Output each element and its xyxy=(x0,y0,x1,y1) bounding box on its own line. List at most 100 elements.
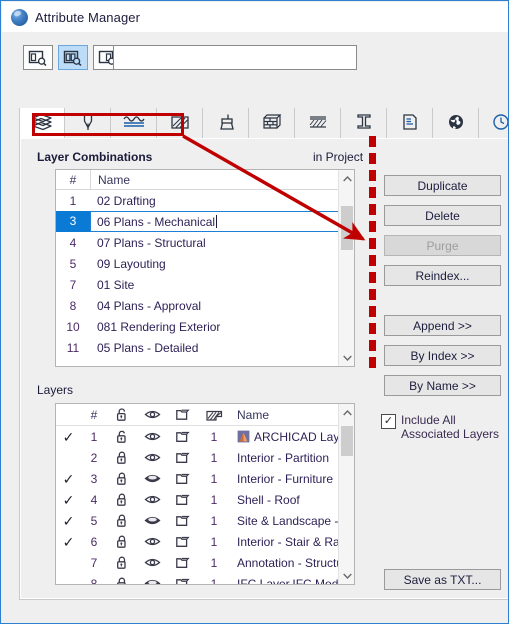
purge-button: Purge xyxy=(384,235,501,256)
layer-row[interactable]: 8 1 IFC Layer.IFC Model xyxy=(56,573,354,585)
panel-inner: Layer Combinations in Project # Name 1 02… xyxy=(21,139,508,598)
layer-intersection-group[interactable]: 1 xyxy=(197,489,231,510)
append-button[interactable]: Append >> xyxy=(384,315,501,336)
combinations-scroll-down-arrow[interactable] xyxy=(339,349,354,366)
solid-wireframe-icon[interactable] xyxy=(167,510,197,531)
tab-surfaces[interactable] xyxy=(203,108,249,138)
layer-intersection-group[interactable]: 1 xyxy=(197,447,231,468)
layer-row-name: Interior - Partition xyxy=(237,450,330,465)
layer-intersection-group[interactable]: 1 xyxy=(197,468,231,489)
layer-intersection-group[interactable]: 1 xyxy=(197,510,231,531)
solid-wireframe-icon[interactable] xyxy=(167,489,197,510)
lock-icon[interactable] xyxy=(107,531,137,552)
combinations-scrollbar[interactable] xyxy=(338,170,354,366)
eye-closed-icon[interactable] xyxy=(137,510,167,531)
layers-scroll-down-arrow[interactable] xyxy=(339,567,354,584)
lock-icon[interactable] xyxy=(107,447,137,468)
layer-row-checkbox[interactable] xyxy=(56,552,81,573)
layer-row[interactable]: 2 1 Interior - Partition xyxy=(56,447,354,468)
layers-scroll-thumb[interactable] xyxy=(341,426,353,456)
combination-row[interactable]: 5 09 Layouting xyxy=(56,253,354,274)
include-all-associated-layers-row[interactable]: ✓ Include All Associated Layers xyxy=(381,413,508,441)
combination-row[interactable]: 10 081 Rendering Exterior xyxy=(56,316,354,337)
layers-list[interactable]: # Name ✓ 1 1 ARCHICAD Layer 2 1 Interior… xyxy=(55,403,355,585)
layer-row-name-cell: ARCHICAD Layer xyxy=(231,426,354,447)
combination-row[interactable]: 11 05 Plans - Detailed xyxy=(56,337,354,358)
layer-row-checkbox[interactable]: ✓ xyxy=(56,468,81,489)
intersection-hatch-icon xyxy=(197,404,231,425)
text-caret xyxy=(216,215,218,228)
layer-row[interactable]: ✓ 1 1 ARCHICAD Layer xyxy=(56,426,354,447)
tab-fill-types[interactable] xyxy=(157,108,203,138)
by-name-button[interactable]: By Name >> xyxy=(384,375,501,396)
tab-building-materials[interactable] xyxy=(249,108,295,138)
layer-row-checkbox[interactable]: ✓ xyxy=(56,531,81,552)
layer-intersection-group[interactable]: 1 xyxy=(197,426,231,447)
layer-row-checkbox[interactable]: ✓ xyxy=(56,510,81,531)
eye-closed-icon[interactable] xyxy=(137,468,167,489)
combination-row-name: 01 Site xyxy=(97,277,135,292)
layer-row[interactable]: 7 1 Annotation - Structure xyxy=(56,552,354,573)
lock-icon[interactable] xyxy=(107,489,137,510)
combination-row[interactable]: 8 04 Plans - Approval xyxy=(56,295,354,316)
layer-intersection-group[interactable]: 1 xyxy=(197,573,231,585)
layer-row-checkbox[interactable]: ✓ xyxy=(56,489,81,510)
tab-cities[interactable] xyxy=(433,108,479,138)
solid-wireframe-icon[interactable] xyxy=(167,447,197,468)
combination-row[interactable]: 7 01 Site xyxy=(56,274,354,295)
tab-pens[interactable] xyxy=(65,108,111,138)
view-single-pane-button[interactable] xyxy=(23,45,53,70)
combinations-scroll-up-arrow[interactable] xyxy=(339,170,354,187)
combination-row-name: 02 Drafting xyxy=(97,193,156,208)
layer-combinations-list[interactable]: # Name 1 02 Drafting 3 06 Plans - Mechanica… xyxy=(55,169,355,367)
layers-scroll-up-arrow[interactable] xyxy=(339,404,354,421)
combination-row[interactable]: 1 02 Drafting xyxy=(56,190,354,211)
solid-wireframe-icon[interactable] xyxy=(167,573,197,584)
lock-icon[interactable] xyxy=(107,573,137,584)
include-all-checkbox[interactable]: ✓ xyxy=(381,414,396,429)
combination-name-input-value: 06 Plans - Mechanical xyxy=(97,214,216,229)
save-as-txt-button[interactable]: Save as TXT... xyxy=(384,569,501,590)
eye-icon[interactable] xyxy=(137,552,167,573)
layer-intersection-group[interactable]: 1 xyxy=(197,552,231,573)
solid-wireframe-icon[interactable] xyxy=(167,531,197,552)
reindex-button[interactable]: Reindex... xyxy=(384,265,501,286)
tab-composites[interactable] xyxy=(295,108,341,138)
tab-layers[interactable] xyxy=(19,108,65,139)
unlock-icon[interactable] xyxy=(107,426,137,447)
eye-icon[interactable] xyxy=(137,489,167,510)
tab-line-types[interactable] xyxy=(111,108,157,138)
layer-row-checkbox[interactable] xyxy=(56,447,81,468)
duplicate-button[interactable]: Duplicate xyxy=(384,175,501,196)
combination-name-input[interactable]: 06 Plans - Mechanical xyxy=(90,211,353,232)
eye-icon[interactable] xyxy=(137,426,167,447)
tab-zone-categories[interactable] xyxy=(387,108,433,138)
eye-closed-icon[interactable] xyxy=(137,573,167,584)
tab-profiles[interactable] xyxy=(341,108,387,138)
solid-wireframe-icon[interactable] xyxy=(167,552,197,573)
layer-row[interactable]: ✓ 4 1 Shell - Roof xyxy=(56,489,354,510)
eye-icon[interactable] xyxy=(137,447,167,468)
view-dual-pane-button[interactable] xyxy=(58,45,88,70)
layer-row-checkbox[interactable] xyxy=(56,573,81,584)
eye-icon[interactable] xyxy=(137,531,167,552)
solid-wireframe-icon[interactable] xyxy=(167,468,197,489)
delete-button[interactable]: Delete xyxy=(384,205,501,226)
layer-row-checkbox[interactable]: ✓ xyxy=(56,426,81,447)
combination-row[interactable]: 4 07 Plans - Structural xyxy=(56,232,354,253)
combinations-scroll-thumb[interactable] xyxy=(341,206,353,250)
search-input[interactable] xyxy=(114,46,356,69)
lock-icon[interactable] xyxy=(107,468,137,489)
layer-row[interactable]: ✓ 6 1 Interior - Stair & Railing xyxy=(56,531,354,552)
tab-more[interactable] xyxy=(479,108,508,138)
by-index-button[interactable]: By Index >> xyxy=(384,345,501,366)
layer-intersection-group[interactable]: 1 xyxy=(197,531,231,552)
lock-icon[interactable] xyxy=(107,510,137,531)
search-field-wrapper[interactable] xyxy=(113,45,357,70)
layer-row[interactable]: ✓ 3 1 Interior - Furniture xyxy=(56,468,354,489)
solid-wireframe-icon[interactable] xyxy=(167,426,197,447)
layers-scrollbar[interactable] xyxy=(338,404,354,584)
layer-row[interactable]: ✓ 5 1Site & Landscape - General xyxy=(56,510,354,531)
combination-row[interactable]: 3 06 Plans - Mechanical xyxy=(56,211,354,232)
lock-icon[interactable] xyxy=(107,552,137,573)
